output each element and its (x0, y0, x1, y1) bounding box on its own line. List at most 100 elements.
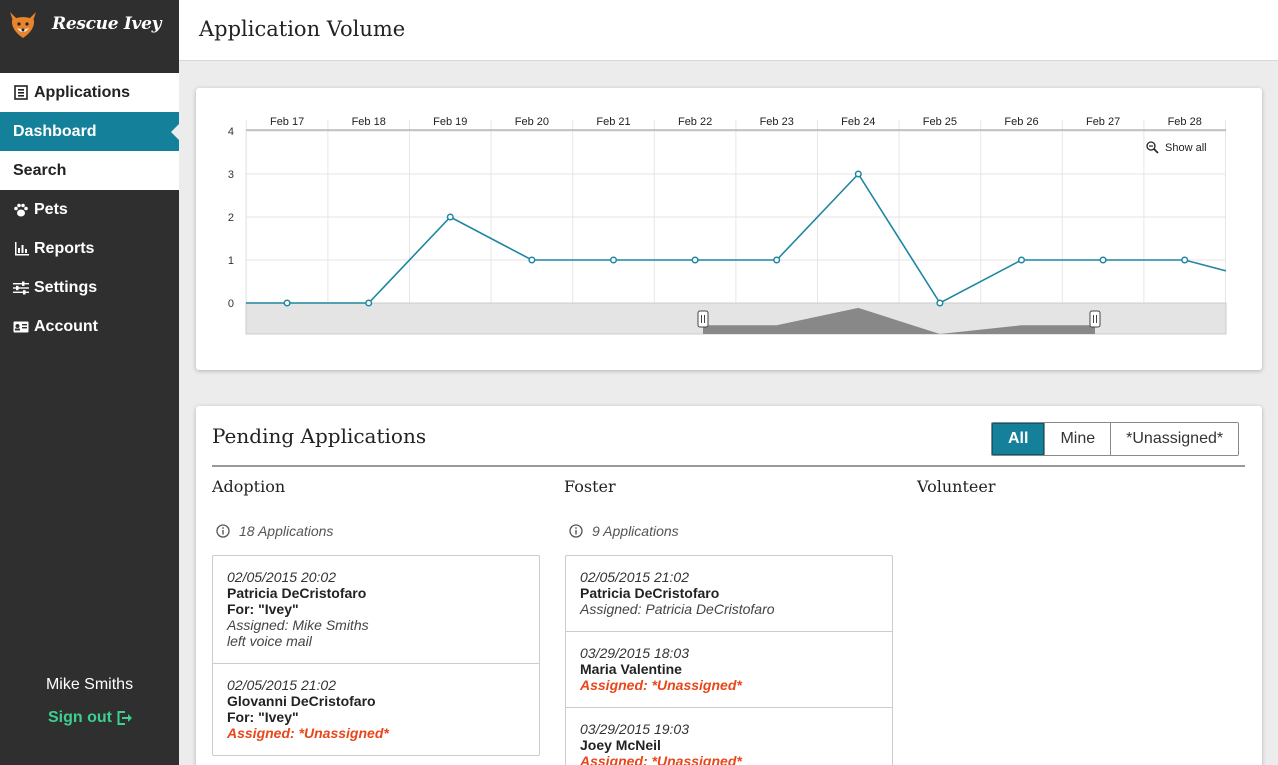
data-point (609, 256, 618, 264)
count-text: 18 Applications (239, 523, 334, 539)
application-datetime: 02/05/2015 20:02 (227, 569, 336, 585)
info-icon (569, 524, 583, 538)
nav-item-applications[interactable]: Applications (0, 73, 179, 112)
paw-icon (13, 202, 29, 218)
nav-item-dashboard[interactable]: Dashboard (0, 112, 179, 151)
data-point (1017, 256, 1026, 264)
nav-item-account[interactable]: Account (0, 307, 179, 346)
nav-item-label: Reports (34, 239, 95, 257)
x-tick-label: Feb 17 (270, 116, 304, 128)
zoom-out-icon (1146, 141, 1159, 154)
applicant-name: Patricia DeCristofaro (580, 585, 720, 601)
count-text: 9 Applications (592, 523, 679, 539)
assigned-to: Assigned: *Unassigned* (227, 725, 389, 741)
nav-item-label: Account (34, 317, 98, 335)
x-tick-label: Feb 28 (1168, 116, 1202, 128)
divider (212, 465, 1245, 467)
filter-all-button[interactable]: All (992, 423, 1045, 455)
x-tick-label: Feb 26 (1004, 116, 1038, 128)
assigned-to: Assigned: *Unassigned* (580, 677, 742, 693)
x-tick-label: Feb 19 (433, 116, 467, 128)
sliders-icon (13, 280, 29, 296)
data-point (283, 299, 291, 307)
foster-count: 9 Applications (569, 523, 679, 539)
data-point (854, 170, 862, 178)
data-point (365, 299, 373, 307)
x-tick-label: Feb 21 (596, 116, 630, 128)
x-tick-label: Feb 25 (923, 116, 957, 128)
application-for: For: "Ivey" (227, 601, 299, 617)
application-datetime: 02/05/2015 21:02 (580, 569, 689, 585)
fox-icon (10, 12, 36, 38)
sign-out-link[interactable]: Sign out (48, 709, 132, 727)
applicant-name: Joey McNeil (580, 737, 661, 753)
column-title-volunteer: Volunteer (917, 477, 996, 496)
nav-item-label: Search (13, 161, 67, 179)
nav-item-label: Applications (34, 83, 131, 101)
nav-item-reports[interactable]: Reports (0, 229, 179, 268)
application-list-item[interactable]: 02/05/2015 21:02 Patricia DeCristofaro Ass… (566, 556, 892, 631)
id-card-icon (13, 319, 29, 335)
application-datetime: 03/29/2015 18:03 (580, 645, 689, 661)
navigator-handle (697, 310, 709, 328)
nav-menu: Applications Dashboard Search Pets Repor… (0, 73, 179, 346)
x-tick-label: Feb 24 (841, 116, 875, 128)
assigned-to: Assigned: Mike Smiths (227, 617, 369, 633)
x-tick-label: Feb 27 (1086, 116, 1120, 128)
column-title-adoption: Adoption (212, 477, 286, 496)
data-point (691, 256, 699, 264)
nav-item-label: Dashboard (13, 122, 97, 140)
nav-item-search[interactable]: Search (0, 151, 179, 190)
pending-title: Pending Applications (212, 424, 427, 448)
column-title-foster: Foster (564, 477, 616, 496)
x-tick-label: Feb 18 (352, 116, 386, 128)
pending-applications-card: Pending Applications All Mine *Unassigne… (196, 406, 1262, 765)
application-list-item[interactable]: 03/29/2015 18:03 Maria Valentine Assigned:… (566, 631, 892, 707)
x-tick-label: Feb 22 (678, 116, 712, 128)
sidebar: Rescue Ivey Applications Dashboard Searc… (0, 0, 179, 765)
application-volume-chart: 0 1 2 3 4 Feb 17 Feb 18 Feb 19 Feb 20 Feb 21 Feb 2… (228, 116, 1227, 335)
filter-unassigned-button[interactable]: *Unassigned* (1110, 423, 1239, 455)
brand[interactable]: Rescue Ivey (0, 0, 179, 55)
application-list-item[interactable]: 02/05/2015 21:02 Glovanni DeCristofaro For… (213, 663, 539, 755)
adoption-count: 18 Applications (216, 523, 333, 539)
data-point (528, 256, 536, 264)
sign-out-icon (117, 711, 132, 725)
nav-item-pets[interactable]: Pets (0, 190, 179, 229)
y-tick-label: 4 (228, 126, 234, 138)
page-title: Application Volume (199, 17, 406, 41)
y-tick-label: 1 (228, 255, 234, 267)
data-point (773, 256, 781, 264)
assigned-to: Assigned: Patricia DeCristofaro (580, 601, 775, 617)
nav-item-label: Pets (34, 200, 68, 218)
applicant-name: Maria Valentine (580, 661, 682, 677)
application-list-item[interactable]: 02/05/2015 20:02 Patricia DeCristofaro For… (213, 556, 539, 663)
applicant-name: Patricia DeCristofaro (227, 585, 367, 601)
y-tick-label: 2 (228, 212, 234, 224)
x-tick-label: Feb 20 (515, 116, 549, 128)
foster-list: 02/05/2015 21:02 Patricia DeCristofaro Ass… (565, 555, 893, 765)
applicant-name: Glovanni DeCristofaro (227, 693, 376, 709)
brand-name: Rescue Ivey (52, 14, 162, 34)
application-datetime: 03/29/2015 19:03 (580, 721, 689, 737)
assigned-to: Assigned: *Unassigned* (580, 753, 742, 765)
application-datetime: 02/05/2015 21:02 (227, 677, 336, 693)
filter-button-group: All Mine *Unassigned* (991, 422, 1240, 456)
application-for: For: "Ivey" (227, 709, 299, 725)
page-header: Application Volume (179, 0, 1278, 61)
show-all-button[interactable]: Show all (1146, 141, 1207, 154)
navigator-handle (1089, 310, 1101, 328)
x-tick-label: Feb 23 (760, 116, 794, 128)
nav-item-settings[interactable]: Settings (0, 268, 179, 307)
adoption-list: 02/05/2015 20:02 Patricia DeCristofaro For… (212, 555, 540, 756)
data-point (936, 299, 944, 307)
data-point (1099, 256, 1107, 264)
application-list-item[interactable]: 03/29/2015 19:03 Joey McNeil Assigned: *Un… (566, 707, 892, 765)
show-all-label: Show all (1165, 142, 1207, 154)
sign-out-label: Sign out (48, 709, 112, 726)
y-tick-label: 3 (228, 169, 234, 181)
chart-card: 0 1 2 3 4 Feb 17 Feb 18 Feb 19 Feb 20 Feb 21 Feb 2… (196, 88, 1262, 370)
filter-mine-button[interactable]: Mine (1044, 423, 1111, 455)
document-icon (13, 85, 29, 101)
data-point (1181, 256, 1189, 264)
